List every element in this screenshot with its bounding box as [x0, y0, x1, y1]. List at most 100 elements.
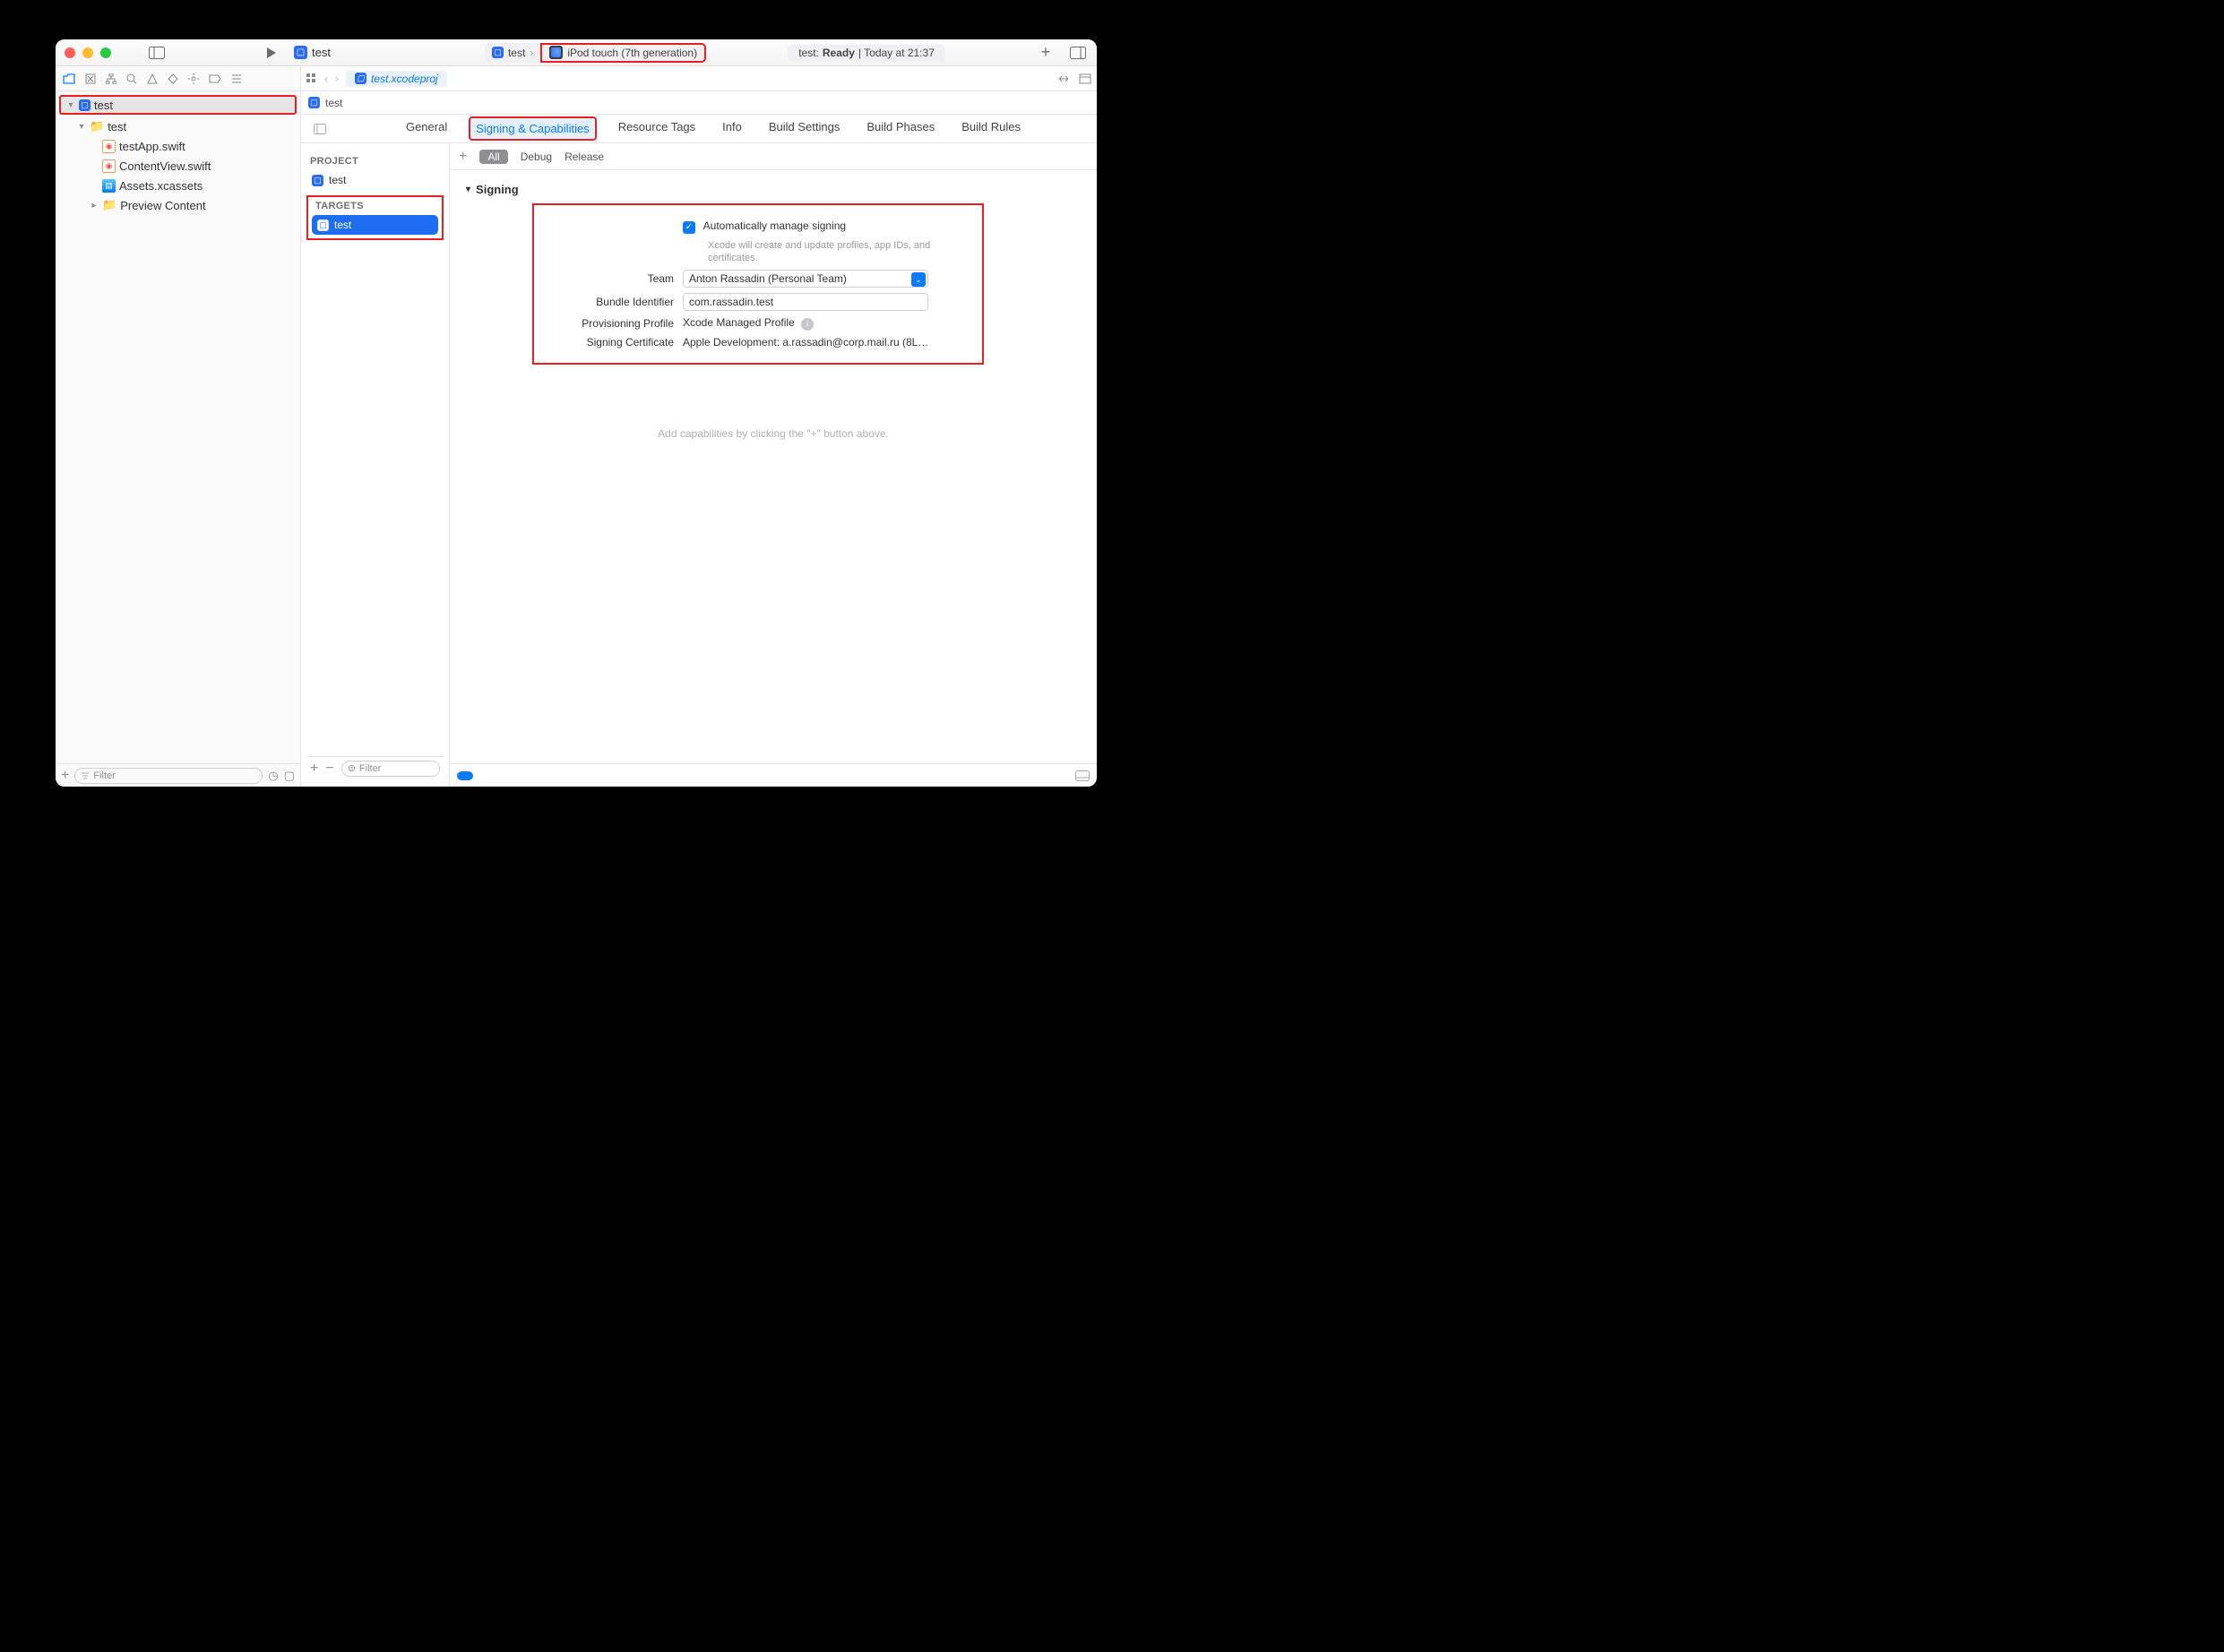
gauge-icon: [188, 73, 199, 84]
tab-info[interactable]: Info: [717, 116, 747, 141]
team-value: Anton Rassadin (Personal Team): [689, 272, 847, 285]
folder-icon: [63, 73, 75, 84]
team-select[interactable]: Anton Rassadin (Personal Team) ⌄: [683, 270, 928, 288]
symbol-navigator-tab[interactable]: [106, 73, 116, 84]
tab-signing-capabilities[interactable]: Signing & Capabilities: [469, 116, 596, 141]
test-navigator-tab[interactable]: [168, 73, 178, 84]
adjust-editor-button[interactable]: [1057, 73, 1070, 84]
disclosure-icon[interactable]: ▾: [66, 100, 75, 110]
signing-content: ▾ Signing ✓ Automatically manage signing: [450, 170, 1097, 763]
chevron-updown-icon: ⌄: [911, 272, 926, 287]
cert-label: Signing Certificate: [545, 336, 683, 348]
info-icon[interactable]: i: [801, 318, 814, 331]
signing-section-header[interactable]: ▾ Signing: [466, 183, 1081, 196]
editor-options-button[interactable]: [1079, 73, 1091, 84]
bundle-value: com.rassadin.test: [689, 296, 773, 308]
project-item[interactable]: ▢ test: [306, 170, 444, 190]
nav-file-label: ContentView.swift: [119, 159, 211, 173]
target-editor-tabs: General Signing & Capabilities Resource …: [301, 115, 1097, 143]
targets-filter-input[interactable]: ⊜ Filter: [341, 761, 440, 777]
editor-area: ‹ › ▢ test.xcodeproj ▢ test General: [301, 66, 1097, 787]
nav-file-item[interactable]: ◉ ContentView.swift: [56, 156, 300, 176]
source-control-navigator-tab[interactable]: [85, 73, 96, 84]
breakpoint-navigator-tab[interactable]: [209, 74, 221, 83]
subtab-all[interactable]: All: [479, 150, 507, 164]
auto-manage-label: Automatically manage signing: [703, 219, 846, 232]
tab-general[interactable]: General: [401, 116, 453, 141]
close-window-button[interactable]: [65, 47, 75, 58]
targets-footer: + − ⊜ Filter: [306, 756, 444, 779]
nav-file-item[interactable]: ◉ testApp.swift: [56, 136, 300, 156]
toggle-debug-area-button[interactable]: [1075, 770, 1090, 781]
disclosure-icon[interactable]: ▾: [466, 185, 470, 194]
disclosure-icon[interactable]: ▸: [90, 201, 99, 211]
project-heading: PROJECT: [310, 156, 440, 167]
debug-navigator-tab[interactable]: [188, 73, 199, 84]
titlebar: ▢ test ▢ test › iPod touch (7th generati…: [56, 39, 1097, 66]
add-file-button[interactable]: +: [61, 768, 69, 784]
breadcrumb-item[interactable]: test: [325, 97, 342, 109]
plus-icon: +: [1041, 43, 1051, 62]
scheme-selector[interactable]: ▢ test › iPod touch (7th generation): [485, 43, 706, 63]
target-item[interactable]: ▢ test: [312, 215, 438, 235]
cert-value: Apple Development: a.rassadin@corp.mail.…: [683, 336, 928, 348]
project-navigator-tab[interactable]: [63, 73, 75, 84]
targets-heading: TARGETS: [315, 201, 435, 211]
app-icon: ▢: [294, 46, 307, 59]
report-navigator-tab[interactable]: [231, 73, 242, 84]
navigator-tabs: [56, 66, 300, 91]
nav-folder-item[interactable]: ▸ 📁 Preview Content: [56, 195, 300, 215]
remove-target-button[interactable]: −: [325, 761, 333, 777]
open-document-tab[interactable]: ▢ test.xcodeproj: [346, 71, 447, 87]
toggle-inspector-button[interactable]: [1068, 43, 1088, 63]
bundle-id-input[interactable]: com.rassadin.test: [683, 293, 928, 311]
status-indicator: [457, 771, 473, 780]
toggle-navigator-button[interactable]: [147, 43, 167, 63]
project-icon: ▢: [355, 73, 366, 84]
app-icon: ▢: [492, 47, 504, 58]
profile-row: Provisioning Profile Xcode Managed Profi…: [545, 316, 971, 331]
recent-filter-button[interactable]: ◷: [268, 769, 278, 783]
add-button[interactable]: +: [1036, 43, 1056, 63]
subtab-release[interactable]: Release: [565, 151, 604, 163]
project-navigator-tree[interactable]: ▾ ▢ test ▾ 📁 test ◉ testApp.swift ◉ Cont…: [56, 91, 300, 763]
scheme-target[interactable]: ▢ test ›: [485, 43, 540, 63]
minimize-window-button[interactable]: [82, 47, 93, 58]
capabilities-hint: Add capabilities by clicking the "+" but…: [466, 427, 1081, 440]
find-navigator-tab[interactable]: [126, 73, 137, 84]
subtab-debug[interactable]: Debug: [521, 151, 552, 163]
zoom-window-button[interactable]: [100, 47, 111, 58]
auto-manage-checkbox[interactable]: ✓: [683, 221, 695, 234]
tab-build-phases[interactable]: Build Phases: [861, 116, 940, 141]
filter-icon: ⊜: [348, 762, 356, 774]
nav-folder-item[interactable]: ▾ 📁 test: [56, 116, 300, 136]
nav-root-item[interactable]: ▾ ▢ test: [59, 95, 297, 115]
nav-root-label: test: [94, 99, 113, 112]
profile-label: Provisioning Profile: [545, 317, 683, 330]
breakpoint-icon: [209, 74, 221, 83]
add-target-button[interactable]: +: [310, 761, 318, 777]
bundle-label: Bundle Identifier: [545, 296, 683, 308]
nav-file-item[interactable]: ▤ Assets.xcassets: [56, 176, 300, 195]
forward-button[interactable]: ›: [335, 73, 339, 85]
outline-toggle-button[interactable]: [314, 124, 326, 134]
navigator-filter-input[interactable]: Filter: [74, 768, 263, 784]
status-state: Ready: [823, 47, 855, 59]
folder-icon: 📁: [90, 119, 104, 133]
disclosure-icon[interactable]: ▾: [77, 122, 86, 132]
back-button[interactable]: ‹: [324, 73, 328, 85]
toolbar-right: +: [1036, 43, 1088, 63]
tab-build-settings[interactable]: Build Settings: [763, 116, 846, 141]
sidebar-right-icon: [1070, 47, 1086, 59]
scheme-name: test: [508, 47, 525, 59]
issue-navigator-tab[interactable]: [147, 73, 158, 84]
tab-build-rules[interactable]: Build Rules: [956, 116, 1026, 141]
scm-filter-button[interactable]: ▢: [284, 769, 295, 783]
add-capability-button[interactable]: +: [459, 149, 467, 165]
activity-status: test: Ready | Today at 21:37: [788, 45, 945, 61]
filter-icon: [81, 771, 90, 780]
tab-resource-tags[interactable]: Resource Tags: [613, 116, 701, 141]
run-button[interactable]: [262, 43, 281, 63]
scheme-destination[interactable]: iPod touch (7th generation): [540, 43, 706, 63]
related-items-button[interactable]: [306, 73, 317, 84]
